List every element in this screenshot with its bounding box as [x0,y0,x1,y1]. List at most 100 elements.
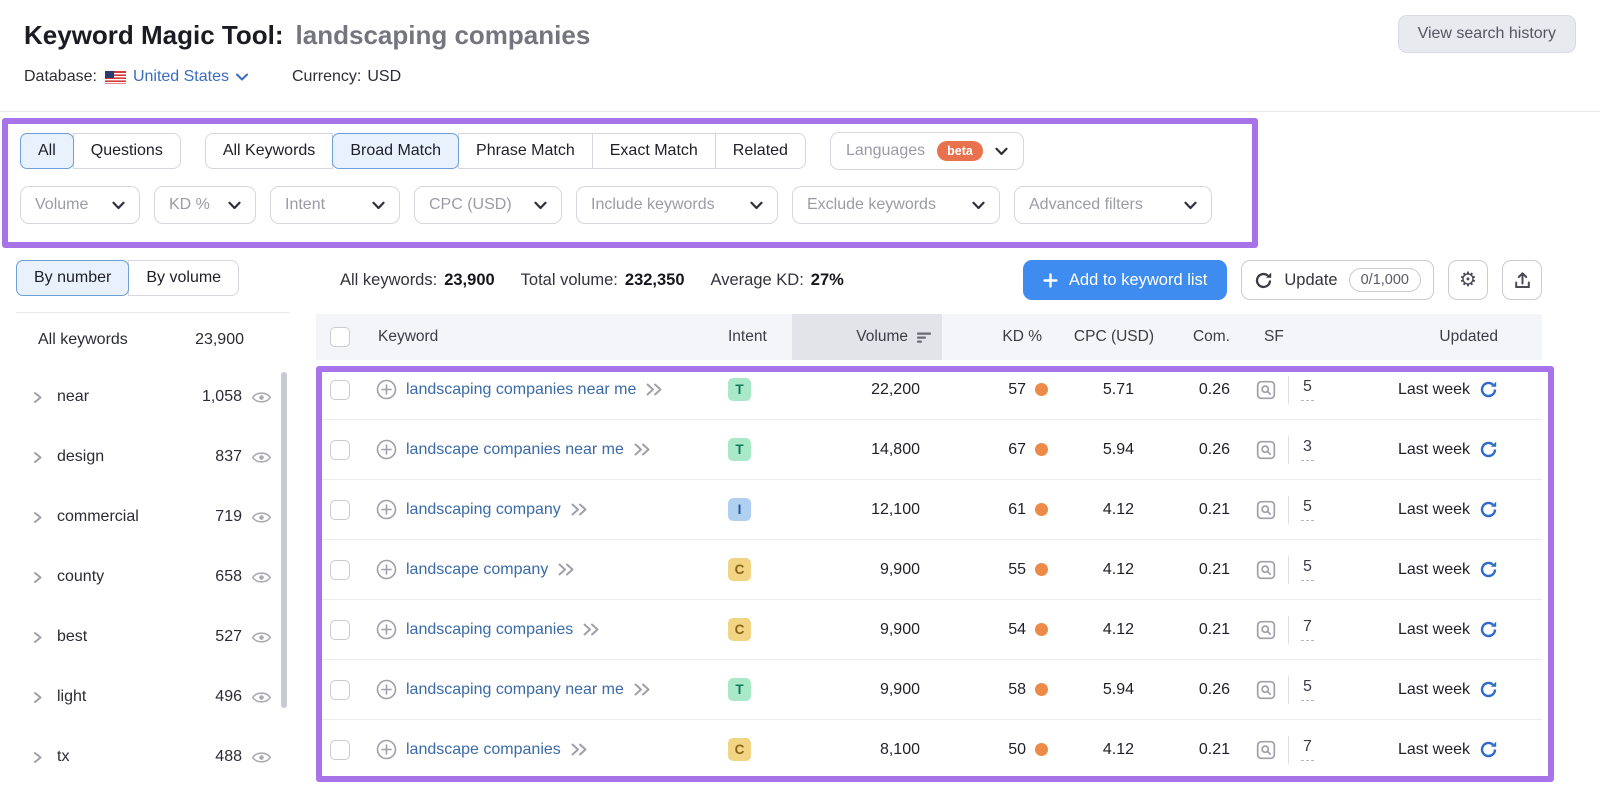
serp-preview-icon[interactable] [1256,740,1276,760]
column-header-keyword[interactable]: Keyword [364,314,728,360]
sidebar-item-best[interactable]: best 527 [16,607,300,667]
column-header-updated[interactable]: Updated [1364,314,1542,360]
keyword-link[interactable]: landscaping companies near me [406,381,636,399]
add-keyword-icon[interactable] [376,559,397,580]
row-checkbox[interactable] [330,439,350,460]
serp-features-count[interactable]: 5 [1301,378,1314,401]
double-chevron-icon[interactable] [570,502,589,517]
serp-preview-icon[interactable] [1256,380,1276,400]
refresh-metrics-icon[interactable] [1479,680,1498,699]
sidebar-tab-by-volume[interactable]: By volume [128,260,240,296]
add-keyword-icon[interactable] [376,739,397,760]
add-to-keyword-list-button[interactable]: Add to keyword list [1022,260,1228,300]
database-selector[interactable]: Database: United States [24,68,248,86]
refresh-metrics-icon[interactable] [1479,500,1498,519]
eye-icon[interactable] [251,450,272,465]
serp-features-count[interactable]: 7 [1301,738,1314,761]
tab-all[interactable]: All [20,133,74,169]
serp-features-count[interactable]: 7 [1301,618,1314,641]
sidebar-item-tx[interactable]: tx 488 [16,727,300,787]
keyword-link[interactable]: landscaping company near me [406,681,624,699]
filter-dropdown-volume[interactable]: Volume [20,186,140,224]
serp-preview-icon[interactable] [1256,560,1276,580]
sidebar-item-near[interactable]: near 1,058 [16,367,300,427]
eye-icon[interactable] [251,630,272,645]
sidebar-item-commercial[interactable]: commercial 719 [16,487,300,547]
serp-features-count[interactable]: 5 [1301,558,1314,581]
view-search-history-button[interactable]: View search history [1397,15,1576,53]
title-row: Keyword Magic Tool: landscaping companie… [24,20,1576,51]
double-chevron-icon[interactable] [633,442,652,457]
filter-dropdowns-row: Volume KD % Intent CPC (USD) Include key… [20,186,1580,224]
keyword-link[interactable]: landscape companies [406,741,561,759]
refresh-metrics-icon[interactable] [1479,620,1498,639]
sidebar-tab-by-number[interactable]: By number [16,260,130,296]
filter-dropdown-exclude-keywords[interactable]: Exclude keywords [792,186,1000,224]
settings-button[interactable]: ⚙ [1448,260,1488,300]
refresh-metrics-icon[interactable] [1479,440,1498,459]
serp-preview-icon[interactable] [1256,620,1276,640]
stat-label: All keywords: [340,270,438,289]
column-header-cpc[interactable]: CPC (USD) [1054,314,1166,360]
tab-related[interactable]: Related [714,133,806,169]
serp-features-count[interactable]: 5 [1301,498,1314,521]
serp-features-count[interactable]: 5 [1301,678,1314,701]
filter-dropdown-kd[interactable]: KD % [154,186,256,224]
tab-questions[interactable]: Questions [72,133,181,169]
refresh-metrics-icon[interactable] [1479,560,1498,579]
tab-exact-match[interactable]: Exact Match [591,133,716,169]
double-chevron-icon[interactable] [570,742,589,757]
all-keywords-row[interactable]: All keywords 23,900 [16,313,300,367]
column-header-com[interactable]: Com. [1166,314,1252,360]
update-button[interactable]: Update 0/1,000 [1241,260,1434,300]
row-checkbox[interactable] [330,679,350,700]
filter-dropdown-include-keywords[interactable]: Include keywords [576,186,778,224]
eye-icon[interactable] [251,750,272,765]
column-header-volume[interactable]: Volume [792,314,942,360]
double-chevron-icon[interactable] [633,682,652,697]
row-checkbox[interactable] [330,499,350,520]
refresh-metrics-icon[interactable] [1479,740,1498,759]
add-keyword-icon[interactable] [376,499,397,520]
row-checkbox[interactable] [330,559,350,580]
double-chevron-icon[interactable] [582,622,601,637]
refresh-metrics-icon[interactable] [1479,380,1498,399]
keyword-link[interactable]: landscape companies near me [406,441,624,459]
keyword-link[interactable]: landscaping companies [406,621,573,639]
eye-icon[interactable] [251,570,272,585]
column-header-kd[interactable]: KD % [942,314,1054,360]
eye-icon[interactable] [251,690,272,705]
row-checkbox[interactable] [330,379,350,400]
serp-preview-icon[interactable] [1256,680,1276,700]
filter-dropdown-advanced-filters[interactable]: Advanced filters [1014,186,1212,224]
eye-icon[interactable] [251,390,272,405]
tab-all-keywords[interactable]: All Keywords [204,133,334,169]
row-checkbox[interactable] [330,739,350,760]
sidebar-item-light[interactable]: light 496 [16,667,300,727]
sidebar-scrollbar[interactable] [281,372,287,708]
double-chevron-icon[interactable] [645,382,664,397]
add-keyword-icon[interactable] [376,439,397,460]
column-header-intent[interactable]: Intent [728,314,792,360]
row-checkbox[interactable] [330,619,350,640]
tab-phrase-match[interactable]: Phrase Match [458,133,593,169]
add-keyword-icon[interactable] [376,679,397,700]
keyword-link[interactable]: landscaping company [406,501,561,519]
eye-icon[interactable] [251,510,272,525]
sidebar-item-design[interactable]: design 837 [16,427,300,487]
select-all-checkbox[interactable] [330,327,350,347]
serp-features-count[interactable]: 3 [1301,438,1314,461]
add-keyword-icon[interactable] [376,379,397,400]
double-chevron-icon[interactable] [557,562,576,577]
tab-broad-match[interactable]: Broad Match [332,133,460,169]
serp-preview-icon[interactable] [1256,500,1276,520]
filter-dropdown-cpc-usd[interactable]: CPC (USD) [414,186,562,224]
sidebar-item-county[interactable]: county 658 [16,547,300,607]
filter-dropdown-intent[interactable]: Intent [270,186,400,224]
serp-preview-icon[interactable] [1256,440,1276,460]
add-keyword-icon[interactable] [376,619,397,640]
column-header-sf[interactable]: SF [1252,314,1364,360]
export-button[interactable] [1502,260,1542,300]
languages-dropdown[interactable]: Languages beta [829,132,1024,170]
keyword-link[interactable]: landscape company [406,561,548,579]
